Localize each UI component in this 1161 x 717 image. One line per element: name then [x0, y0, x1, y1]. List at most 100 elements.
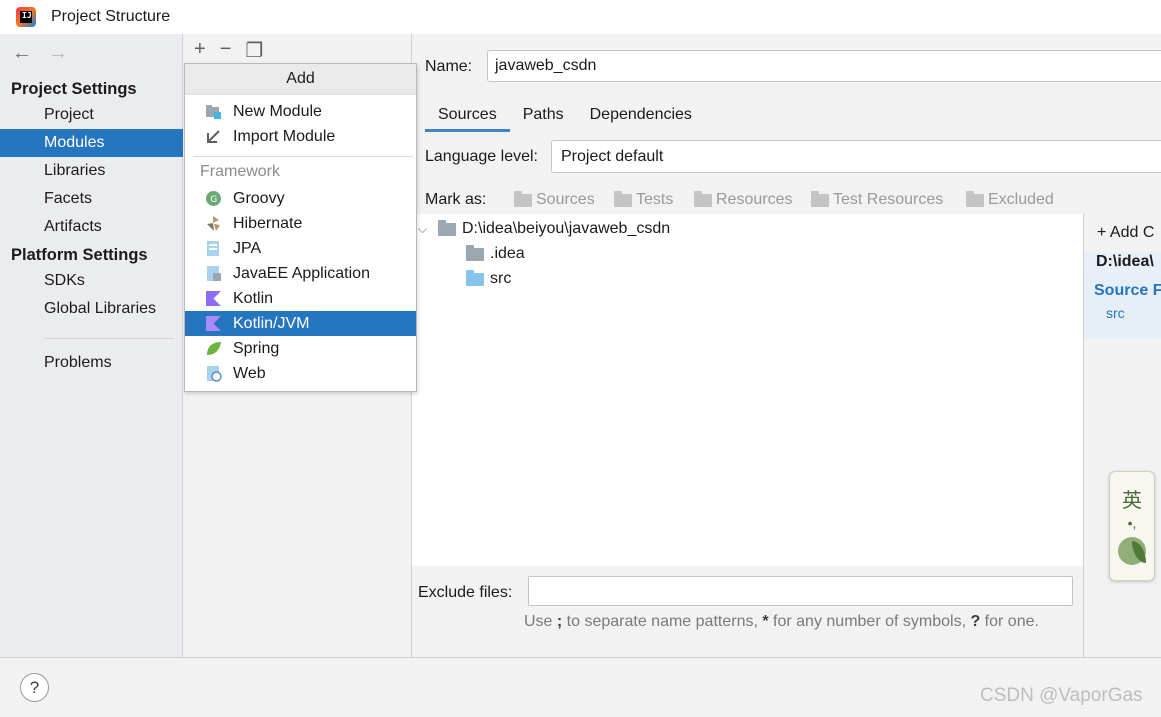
nav-item-facets[interactable]: Facets [0, 185, 183, 213]
nav-item-problems[interactable]: Problems [0, 349, 183, 377]
folder-icon [466, 244, 484, 261]
nav-item-artifacts[interactable]: Artifacts [0, 213, 183, 241]
menu-item-label: Import Module [233, 127, 336, 145]
groovy-icon: G [206, 191, 221, 206]
menu-item-label: Groovy [233, 189, 285, 207]
forward-arrow-icon[interactable]: → [48, 42, 68, 65]
menu-item-label: Kotlin/JVM [233, 314, 310, 332]
nav-item-global-libraries[interactable]: Global Libraries [0, 295, 183, 323]
menu-item-javaee-application[interactable]: JavaEE Application [185, 261, 416, 286]
nav-item-project[interactable]: Project [0, 101, 183, 129]
folder-icon [514, 190, 532, 207]
folder-icon [438, 219, 456, 236]
add-icon[interactable]: + [194, 38, 206, 63]
module-name-field[interactable]: javaweb_csdn [487, 50, 1161, 82]
menu-item-label: Hibernate [233, 214, 303, 232]
settings-sidebar: ← → Project Settings Project Modules Lib… [0, 34, 183, 657]
platform-settings-header: Platform Settings [11, 246, 148, 264]
spring-leaf-icon [207, 342, 221, 355]
source-folders-label: Source F [1094, 282, 1161, 299]
back-arrow-icon[interactable]: ← [12, 42, 32, 65]
intellij-app-icon: IJ [16, 7, 36, 27]
ime-language-indicator[interactable]: 英 [1122, 484, 1142, 513]
mark-as-label: Mark as: [425, 191, 487, 208]
folder-icon [966, 190, 984, 207]
tree-item-label: src [490, 270, 512, 287]
copy-icon[interactable]: ❐ [245, 38, 263, 63]
help-button[interactable]: ? [20, 673, 49, 702]
folder-icon [694, 190, 712, 207]
nav-item-sdks[interactable]: SDKs [0, 267, 183, 295]
plus-icon: + [1097, 224, 1107, 241]
add-popup-menu: Add New Module Import Module Framework G… [184, 63, 417, 392]
title-bar: IJ Project Structure [0, 0, 1161, 34]
tree-item-label: .idea [490, 245, 525, 262]
folder-icon [614, 190, 632, 207]
menu-item-web[interactable]: Web [185, 361, 416, 386]
mark-sources-button[interactable]: Sources [514, 190, 595, 209]
popup-title: Add [185, 64, 416, 95]
remove-icon[interactable]: − [220, 38, 232, 63]
source-folder-icon [466, 269, 484, 286]
mark-excluded-button[interactable]: Excluded [966, 190, 1054, 209]
mark-tests-button[interactable]: Tests [614, 190, 673, 209]
mark-resources-button[interactable]: Resources [694, 190, 793, 209]
kotlin-icon [206, 291, 221, 306]
menu-item-import-module[interactable]: Import Module [185, 124, 416, 149]
content-root-path[interactable]: D:\idea\ [1096, 253, 1154, 271]
menu-item-groovy[interactable]: G Groovy [185, 186, 416, 211]
hibernate-icon [207, 216, 220, 231]
language-level-select[interactable]: Project default [551, 140, 1161, 173]
svg-text:G: G [210, 195, 217, 205]
ime-toolbar-widget[interactable]: 英 •, [1109, 471, 1155, 581]
menu-item-spring[interactable]: Spring [185, 336, 416, 361]
source-folder-entry[interactable]: src [1106, 305, 1125, 321]
tree-root-row[interactable]: ⌵ D:\idea\beiyou\javaweb_csdn [418, 219, 670, 238]
new-module-icon [206, 105, 221, 119]
tree-row-src[interactable]: src [466, 269, 512, 288]
content-root-tree: ⌵ D:\idea\beiyou\javaweb_csdn .idea src [412, 214, 1083, 566]
javaee-icon [207, 266, 221, 281]
add-content-root-label: Add C [1109, 224, 1155, 241]
menu-item-label: JavaEE Application [233, 264, 370, 282]
menu-item-kotlin-jvm[interactable]: Kotlin/JVM [185, 311, 416, 336]
menu-item-hibernate[interactable]: Hibernate [185, 211, 416, 236]
web-icon [207, 366, 222, 382]
nav-item-libraries[interactable]: Libraries [0, 157, 183, 185]
menu-item-kotlin[interactable]: Kotlin [185, 286, 416, 311]
add-content-root-button[interactable]: + Add C [1097, 224, 1154, 242]
exclude-files-label: Exclude files: [418, 584, 513, 601]
folder-icon [811, 190, 829, 207]
framework-group-header: Framework [200, 163, 281, 180]
mark-button-label: Sources [536, 191, 595, 208]
project-settings-header: Project Settings [11, 80, 137, 98]
menu-item-label: Kotlin [233, 289, 274, 307]
csdn-watermark: CSDN @VaporGas [980, 685, 1143, 706]
menu-item-label: New Module [233, 102, 322, 120]
nav-item-modules[interactable]: Modules [0, 129, 183, 157]
import-arrow-icon [207, 130, 220, 143]
nav-divider [44, 338, 174, 339]
mark-test-resources-button[interactable]: Test Resources [811, 190, 943, 209]
exclude-files-input[interactable] [528, 576, 1073, 606]
chevron-down-icon[interactable]: ⌵ [418, 222, 432, 237]
menu-item-label: Web [233, 364, 266, 382]
module-settings-panel: Name: javaweb_csdn Sources Paths Depende… [412, 34, 1161, 657]
menu-item-label: JPA [233, 239, 262, 257]
menu-item-new-module[interactable]: New Module [185, 99, 416, 124]
module-tabs: Sources Paths Dependencies [425, 98, 705, 132]
mark-button-label: Resources [716, 191, 793, 208]
exclude-files-hint: Use ; to separate name patterns, * for a… [524, 613, 1039, 630]
tree-row-idea[interactable]: .idea [466, 244, 525, 263]
menu-item-jpa[interactable]: JPA [185, 236, 416, 261]
content-root-panel: + Add C D:\idea\ Source F src [1083, 214, 1161, 657]
mark-button-label: Excluded [988, 191, 1054, 208]
tab-paths[interactable]: Paths [510, 98, 577, 132]
tab-dependencies[interactable]: Dependencies [577, 98, 705, 132]
tab-sources[interactable]: Sources [425, 98, 510, 132]
jpa-icon [207, 241, 219, 256]
window-title: Project Structure [51, 8, 171, 25]
history-arrows: ← → [12, 42, 68, 65]
ime-punctuation-indicator[interactable]: •, [1128, 515, 1137, 531]
ime-skin-icon[interactable] [1118, 537, 1146, 565]
